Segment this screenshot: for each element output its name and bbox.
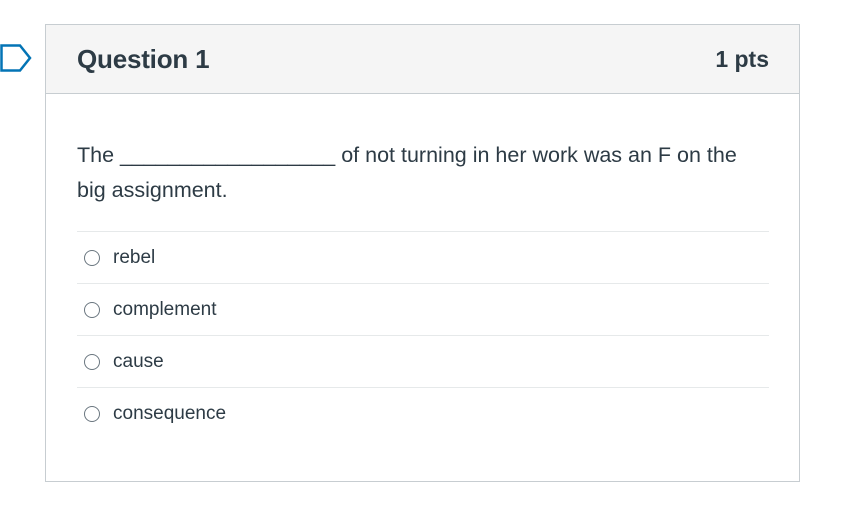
answer-option-rebel[interactable]: rebel [77,232,769,284]
answer-list: rebel complement cause consequence [77,231,769,439]
question-points: 1 pts [715,45,769,72]
answer-label: complement [113,298,217,320]
radio-button-icon[interactable] [84,353,100,370]
answer-label: consequence [113,402,227,424]
question-card: Question 1 1 pts The __________________ … [45,24,800,482]
answer-option-complement[interactable]: complement [77,284,769,336]
answer-label: rebel [113,246,156,268]
question-header: Question 1 1 pts [46,25,799,94]
radio-button-icon[interactable] [84,249,100,266]
radio-button-icon[interactable] [84,301,100,318]
quiz-page: Question 1 1 pts The __________________ … [0,0,842,513]
question-title: Question 1 [77,43,210,74]
answer-option-consequence[interactable]: consequence [77,388,769,439]
question-text: The __________________ of not turning in… [77,143,737,202]
question-body: The __________________ of not turning in… [46,94,799,439]
flag-question-icon[interactable] [0,44,32,72]
answer-option-cause[interactable]: cause [77,336,769,388]
answer-label: cause [113,350,164,372]
radio-button-icon[interactable] [84,405,100,422]
